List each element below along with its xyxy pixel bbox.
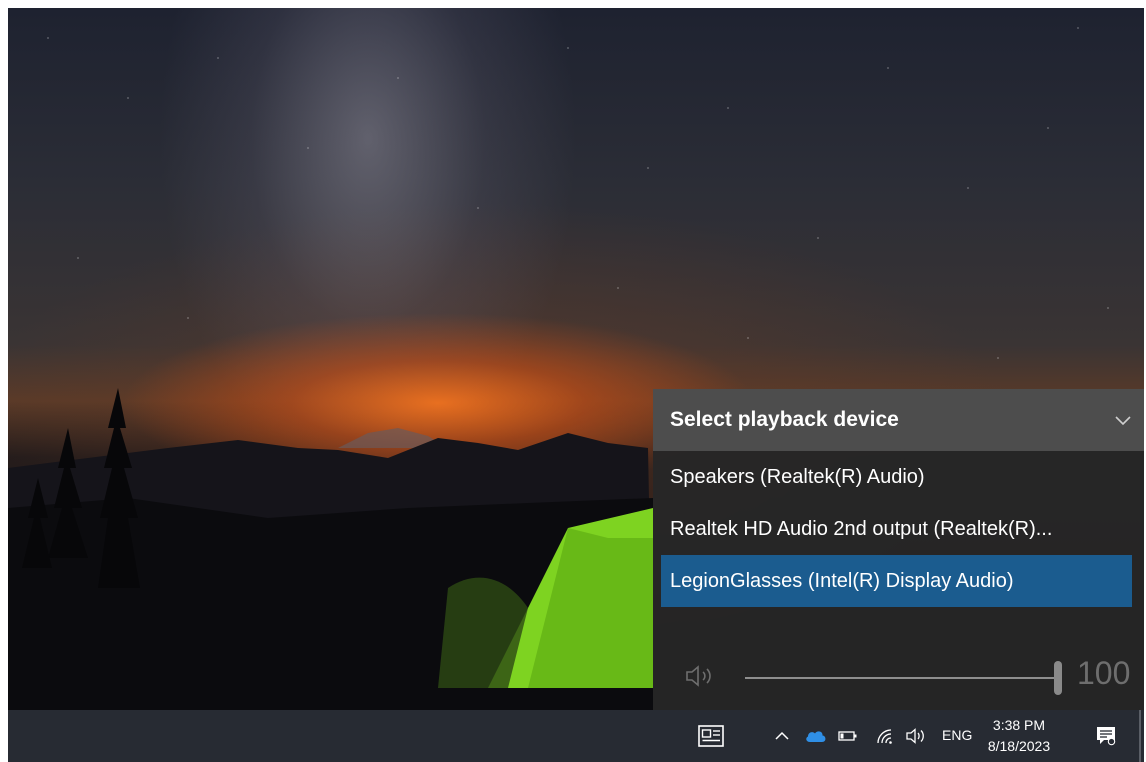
volume-flyout: Select playback device Speakers (Realtek… bbox=[653, 389, 1144, 710]
show-desktop-edge[interactable] bbox=[1139, 710, 1141, 762]
input-language[interactable]: ENG bbox=[942, 727, 972, 743]
volume-control: 100 bbox=[653, 651, 1144, 699]
device-speakers-realtek[interactable]: Speakers (Realtek(R) Audio) bbox=[653, 451, 1132, 503]
show-hidden-icons-chevron-icon[interactable] bbox=[772, 710, 792, 762]
volume-slider-thumb[interactable] bbox=[1054, 661, 1062, 695]
desktop-screen: Select playback device Speakers (Realtek… bbox=[8, 8, 1144, 762]
chevron-down-icon[interactable] bbox=[1114, 411, 1132, 429]
clock-time: 3:38 PM bbox=[992, 717, 1046, 733]
onedrive-cloud-icon[interactable] bbox=[803, 710, 829, 762]
volume-value: 100 bbox=[1077, 655, 1131, 691]
battery-icon[interactable] bbox=[837, 710, 859, 762]
flyout-title: Select playback device bbox=[670, 408, 899, 431]
speaker-volume-icon[interactable] bbox=[683, 663, 723, 689]
speaker-icon[interactable] bbox=[904, 710, 930, 762]
taskbar: ENG 3:38 PM 8/18/2023 bbox=[8, 710, 1144, 762]
device-realtek-2nd-output[interactable]: Realtek HD Audio 2nd output (Realtek(R).… bbox=[653, 503, 1132, 555]
volume-slider-fill bbox=[745, 677, 1058, 679]
action-center-icon[interactable] bbox=[1092, 710, 1120, 762]
clock-date: 8/18/2023 bbox=[987, 738, 1051, 754]
wallpaper-stars bbox=[8, 8, 1144, 428]
wifi-icon[interactable] bbox=[874, 710, 896, 762]
playback-device-selector[interactable]: Select playback device bbox=[653, 389, 1144, 451]
news-widget-icon[interactable] bbox=[691, 710, 731, 762]
playback-device-list: Speakers (Realtek(R) Audio) Realtek HD A… bbox=[653, 451, 1144, 607]
taskbar-clock[interactable]: 3:38 PM 8/18/2023 bbox=[978, 715, 1060, 757]
volume-slider-track[interactable] bbox=[745, 677, 1058, 679]
device-legionglasses[interactable]: LegionGlasses (Intel(R) Display Audio) bbox=[661, 555, 1132, 607]
